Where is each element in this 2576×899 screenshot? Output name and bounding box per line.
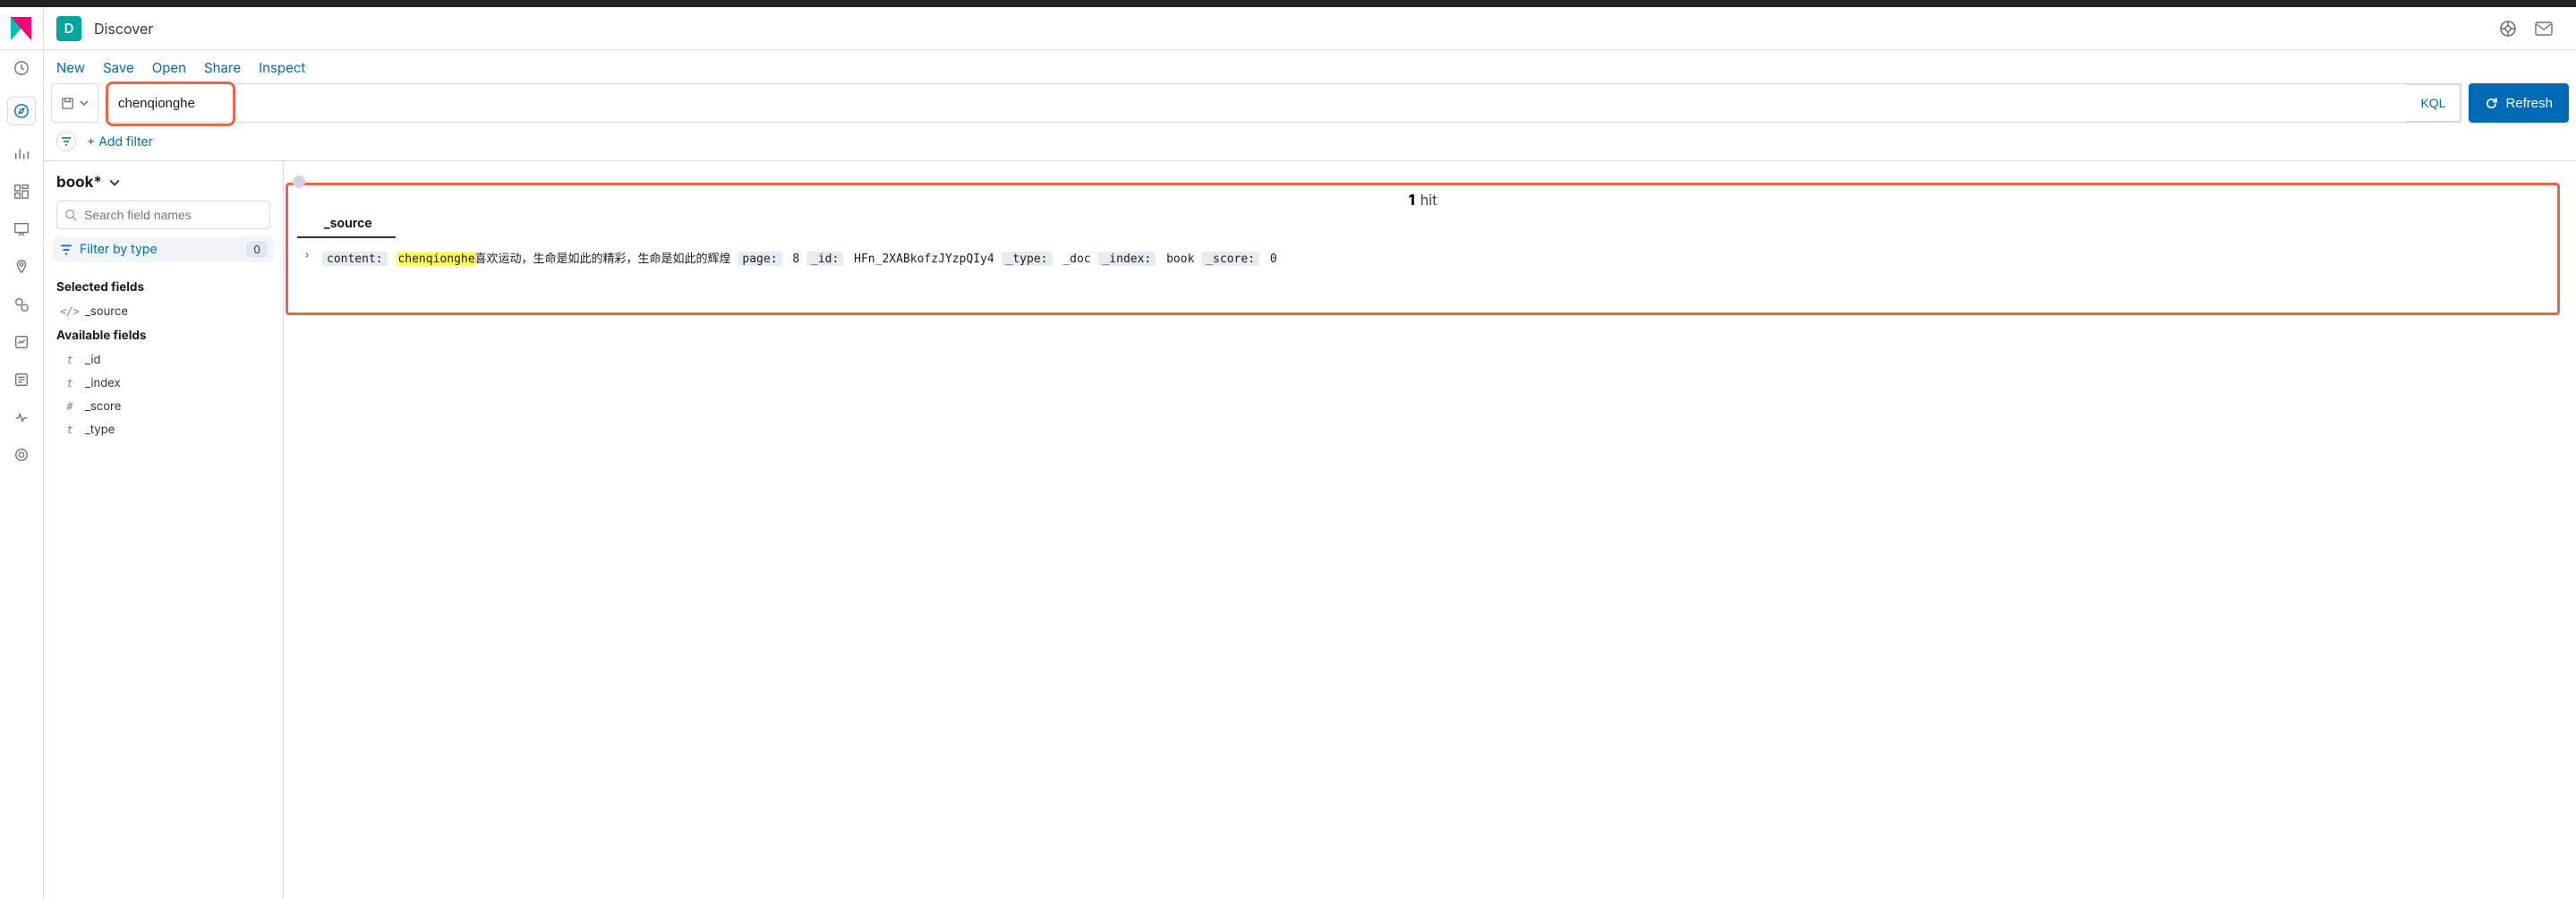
chevron-down-icon [109, 177, 120, 188]
help-icon[interactable] [2490, 11, 2526, 47]
filter-bar: + Add filter [44, 123, 2576, 161]
expand-document-icon[interactable]: › [301, 249, 313, 262]
hit-count: 1 hit [297, 191, 2548, 209]
kv-page-key: page: [738, 252, 781, 266]
kv-type-key: _type: [1002, 252, 1053, 266]
available-fields-heading: Available fields [44, 323, 283, 348]
filter-by-type-label: Filter by type [80, 242, 158, 257]
nav-maps-icon[interactable] [13, 258, 30, 276]
menu-save[interactable]: Save [103, 59, 134, 76]
field-name-label: _score [85, 399, 121, 414]
kv-content-rest: 喜欢运动，生命是如此的精彩，生命是如此的辉煌 [475, 253, 731, 266]
top-bar: D Discover [0, 7, 2576, 50]
kv-score-key: _score: [1201, 252, 1259, 266]
chevron-down-icon [80, 98, 89, 107]
field-type-icon: t [64, 377, 76, 390]
kv-page-val: 8 [792, 253, 799, 266]
refresh-icon [2485, 97, 2498, 110]
kv-content-highlight: chenqionghe [397, 253, 474, 266]
refresh-button[interactable]: Refresh [2469, 83, 2569, 123]
field-name-label: _type [85, 423, 115, 437]
results-panel: 1 hit _source › content: chenqionghe喜欢运动，… [284, 161, 2576, 899]
nav-recent-icon[interactable] [13, 59, 30, 77]
save-icon [61, 97, 74, 110]
search-icon [64, 209, 77, 221]
hit-count-label: hit [1420, 191, 1437, 209]
menu-open[interactable]: Open [152, 59, 186, 76]
kv-id-key: _id: [806, 252, 843, 266]
menu-share[interactable]: Share [204, 59, 241, 76]
index-pattern-selector[interactable]: book* [56, 174, 120, 192]
kv-index-val: book [1166, 253, 1194, 266]
nav-sidebar [0, 50, 44, 899]
kv-content-key: content: [322, 252, 388, 266]
kv-type-val: _doc [1062, 253, 1090, 266]
field-search[interactable] [56, 201, 270, 229]
breadcrumb: Discover [94, 20, 153, 38]
field-item[interactable]: </> _source [44, 300, 283, 323]
refresh-label: Refresh [2505, 96, 2553, 111]
menu-inspect[interactable]: Inspect [259, 59, 305, 76]
nav-logs-icon[interactable] [13, 371, 30, 389]
kv-score-val: 0 [1270, 253, 1277, 266]
document-source: content: chenqionghe喜欢运动，生命是如此的精彩，生命是如此的… [322, 249, 1277, 266]
add-filter-button[interactable]: + Add filter [87, 134, 153, 150]
field-item[interactable]: # _score [44, 395, 283, 418]
nav-canvas-icon[interactable] [13, 220, 30, 238]
kv-id-val: HFn_2XABkofzJYzpQIy4 [854, 253, 994, 266]
kibana-logo[interactable] [0, 7, 44, 50]
hit-count-number: 1 [1409, 191, 1415, 209]
field-item[interactable]: t _index [44, 372, 283, 395]
browser-top-bar [0, 0, 2576, 7]
field-name-label: _source [85, 304, 128, 319]
filter-type-count: 0 [247, 242, 267, 257]
field-type-icon: </> [64, 305, 76, 318]
field-sidebar: book* Filter by type 0 Selected fields [44, 161, 284, 899]
column-header-source[interactable]: _source [297, 212, 396, 238]
mail-icon[interactable] [2526, 11, 2562, 47]
nav-dashboard-icon[interactable] [13, 183, 30, 201]
query-language-button[interactable]: KQL [2406, 84, 2461, 122]
filter-options-icon[interactable] [56, 132, 76, 151]
document-row: › content: chenqionghe喜欢运动，生命是如此的精彩，生命是如… [297, 247, 2548, 268]
field-item[interactable]: t _type [44, 418, 283, 441]
field-type-icon: # [64, 400, 76, 413]
field-search-input[interactable] [82, 207, 262, 223]
index-pattern-label: book* [56, 174, 102, 192]
nav-visualize-icon[interactable] [13, 145, 30, 163]
kv-index-key: _index: [1097, 252, 1156, 266]
field-type-icon: t [64, 354, 76, 366]
nav-metrics-icon[interactable] [13, 333, 30, 351]
query-bar: KQL Refresh [44, 83, 2576, 123]
filter-by-type[interactable]: Filter by type 0 [53, 236, 274, 262]
nav-uptime-icon[interactable] [13, 408, 30, 426]
nav-discover-icon[interactable] [7, 97, 36, 125]
query-input[interactable] [106, 84, 2406, 122]
app-badge[interactable]: D [56, 16, 81, 41]
collapse-sidebar-icon[interactable] [293, 176, 305, 188]
field-name-label: _index [85, 376, 121, 390]
selected-fields-heading: Selected fields [44, 275, 283, 300]
field-type-icon: t [64, 424, 76, 436]
nav-siem-icon[interactable] [13, 446, 30, 464]
annotation-results-highlight: 1 hit _source › content: chenqionghe喜欢运动，… [286, 183, 2560, 315]
saved-query-button[interactable] [51, 83, 98, 123]
menu-new[interactable]: New [56, 59, 85, 76]
discover-menu: New Save Open Share Inspect [44, 50, 2576, 83]
field-item[interactable]: t _id [44, 348, 283, 372]
nav-ml-icon[interactable] [13, 295, 30, 313]
field-name-label: _id [85, 353, 100, 367]
filter-icon [60, 244, 73, 256]
